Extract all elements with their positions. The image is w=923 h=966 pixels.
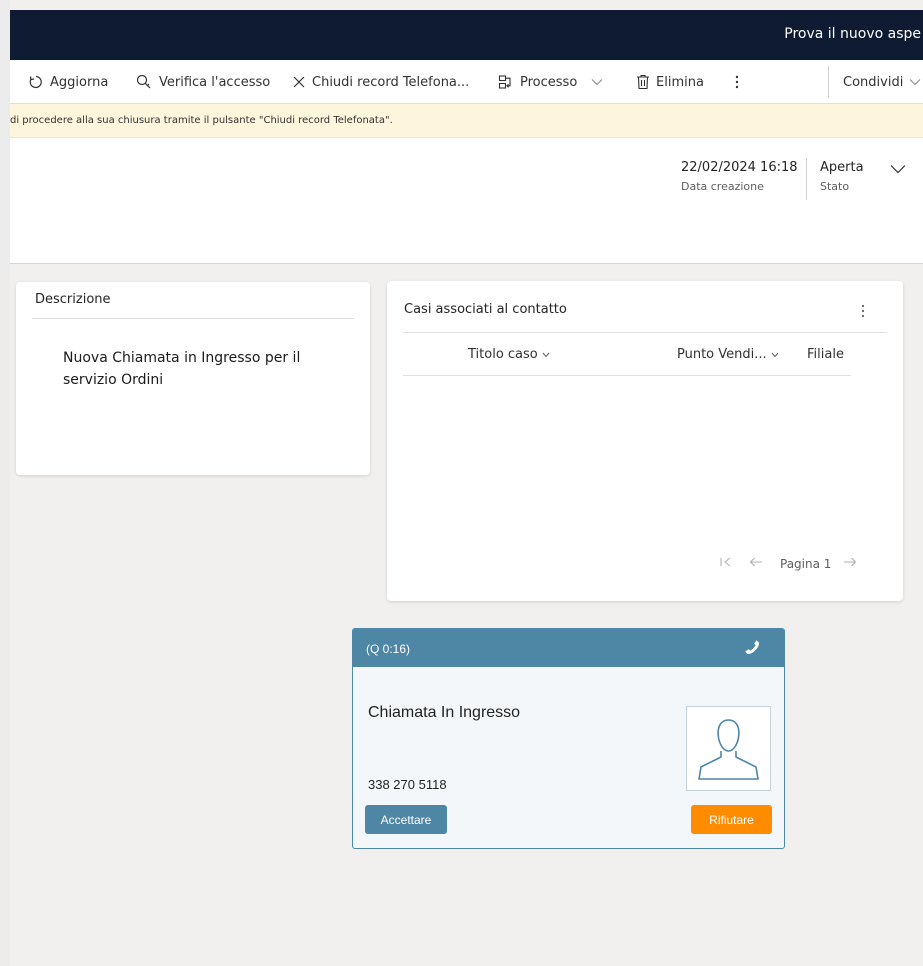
header-divider xyxy=(806,158,807,200)
status-label: Stato xyxy=(820,180,850,193)
associated-cases-card: Casi associati al contatto Titolo caso P… xyxy=(387,281,903,601)
close-record-label: Chiudi record Telefona... xyxy=(312,74,470,90)
more-commands-button[interactable] xyxy=(734,60,746,104)
close-record-button[interactable]: Chiudi record Telefona... xyxy=(292,60,469,104)
caller-phone-number: 338 270 5118 xyxy=(368,777,447,792)
page-indicator: Pagina 1 xyxy=(780,557,832,571)
notification-text: di procedere alla sua chiusura tramite i… xyxy=(10,115,393,126)
next-page-icon[interactable] xyxy=(843,557,857,567)
column-label: Punto Vendi... xyxy=(677,347,767,362)
cases-title-divider xyxy=(403,332,887,333)
refresh-button[interactable]: Aggiorna xyxy=(28,60,108,104)
column-header-case-title[interactable]: Titolo caso xyxy=(468,347,550,362)
created-on-value: 22/02/2024 16:18 xyxy=(681,160,798,175)
record-header: 22/02/2024 16:18 Data creazione Aperta S… xyxy=(10,138,923,264)
delete-label: Elimina xyxy=(656,74,704,90)
reject-call-button[interactable]: Rifiutare xyxy=(691,805,772,834)
command-bar: Aggiorna Verifica l'accesso Chiudi recor… xyxy=(10,60,923,104)
cases-header-divider xyxy=(403,375,851,376)
person-silhouette-icon xyxy=(698,719,759,780)
description-card: Descrizione Nuova Chiamata in Ingresso p… xyxy=(16,282,370,475)
delete-button[interactable]: Elimina xyxy=(636,60,704,104)
chevron-down-icon xyxy=(591,79,603,86)
refresh-label: Aggiorna xyxy=(50,74,109,90)
incoming-call-popup: (Q 0:16) Chiamata In Ingresso 338 270 51… xyxy=(352,628,785,849)
first-page-icon[interactable] xyxy=(720,557,732,567)
trash-icon xyxy=(637,74,649,90)
column-label: Filiale xyxy=(807,347,844,362)
accept-call-button[interactable]: Accettare xyxy=(365,805,447,834)
chevron-down-icon[interactable] xyxy=(890,164,906,174)
more-vertical-icon xyxy=(735,75,739,89)
process-button[interactable]: Processo xyxy=(498,60,609,104)
chevron-down-icon xyxy=(909,79,921,86)
column-header-store[interactable]: Punto Vendi... xyxy=(677,347,779,362)
top-navigation-bar: Prova il nuovo aspe xyxy=(10,10,923,60)
share-label: Condividi xyxy=(843,74,904,90)
call-title: Chiamata In Ingresso xyxy=(368,704,521,721)
share-button[interactable]: Condividi xyxy=(843,60,923,104)
status-value: Aperta xyxy=(820,160,864,175)
created-on-label: Data creazione xyxy=(681,180,764,193)
previous-page-icon[interactable] xyxy=(749,557,763,567)
key-search-icon xyxy=(136,74,151,89)
column-header-branch[interactable]: Filiale xyxy=(807,347,844,362)
chevron-down-icon xyxy=(771,352,779,358)
chevron-down-icon xyxy=(542,352,550,358)
desktop-background xyxy=(0,0,10,966)
description-divider xyxy=(32,318,354,319)
command-divider xyxy=(828,66,829,98)
more-vertical-icon[interactable] xyxy=(860,303,866,319)
close-icon xyxy=(293,76,305,88)
column-label: Titolo caso xyxy=(468,347,538,362)
description-title: Descrizione xyxy=(35,292,111,307)
check-access-button[interactable]: Verifica l'accesso xyxy=(135,60,270,104)
refresh-icon xyxy=(29,75,42,89)
phone-icon xyxy=(745,640,760,655)
cases-title: Casi associati al contatto xyxy=(404,302,567,317)
check-access-label: Verifica l'accesso xyxy=(159,74,271,90)
description-text: Nuova Chiamata in Ingresso per il serviz… xyxy=(63,350,301,388)
process-flow-icon xyxy=(498,75,511,89)
notification-bar: di procedere alla sua chiusura tramite i… xyxy=(10,104,923,138)
process-label: Processo xyxy=(520,74,578,90)
try-new-look-link[interactable]: Prova il nuovo aspe xyxy=(784,26,921,42)
call-popup-header: (Q 0:16) xyxy=(353,629,784,667)
caller-avatar xyxy=(686,706,771,791)
call-timer: (Q 0:16) xyxy=(366,642,411,656)
